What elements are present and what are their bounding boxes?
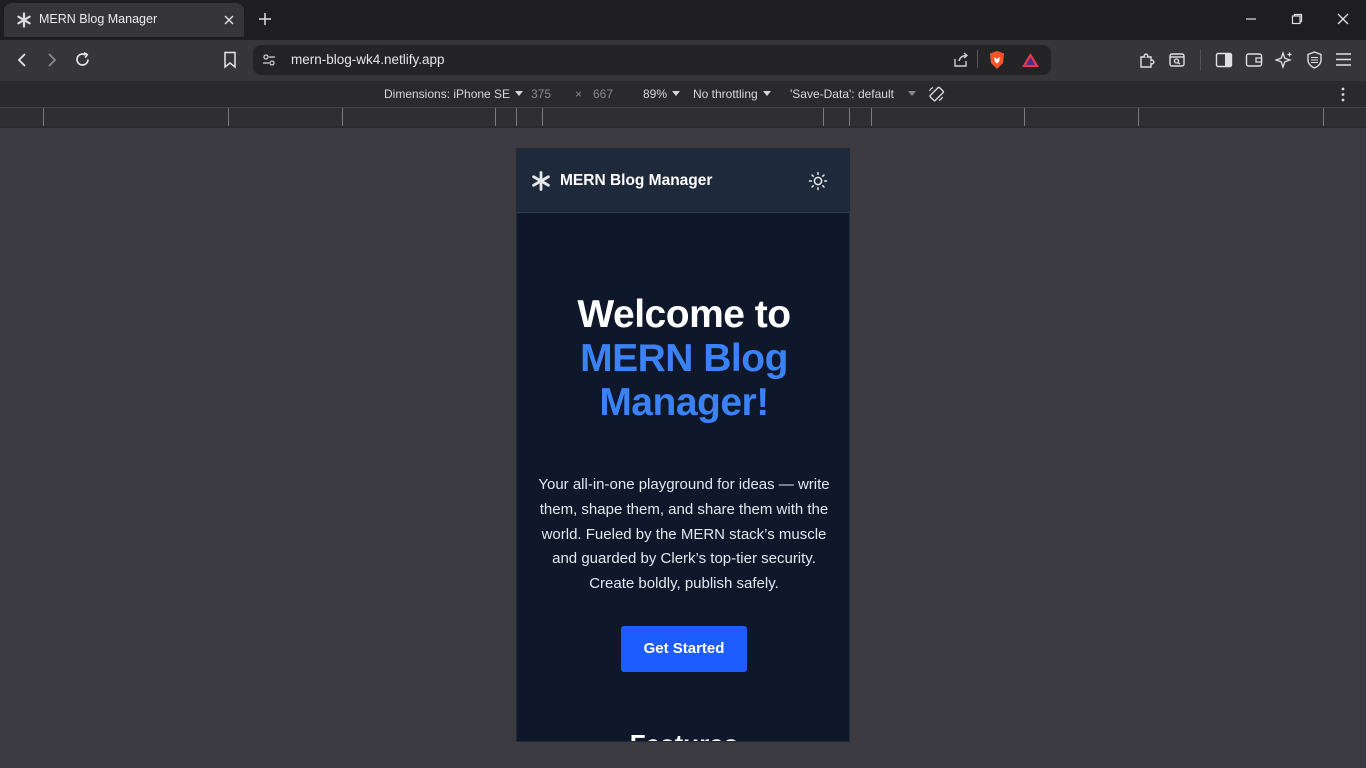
zoom-label: 89% <box>643 87 668 101</box>
caret-down-icon <box>762 91 771 96</box>
brave-rewards-icon[interactable] <box>1021 52 1040 68</box>
app-header: MERN Blog Manager <box>517 149 849 213</box>
menu-icon[interactable] <box>1335 52 1352 67</box>
minimize-icon[interactable] <box>1245 13 1257 25</box>
ruler-tick <box>542 108 543 126</box>
sidebar-icon[interactable] <box>1215 52 1233 68</box>
restore-icon[interactable] <box>1291 13 1303 25</box>
divider <box>977 50 978 68</box>
close-icon[interactable] <box>223 14 235 26</box>
hero-heading: Welcome to MERN Blog Manager! <box>517 293 849 425</box>
caret-down-icon <box>672 91 681 96</box>
snowflake-icon <box>16 12 32 28</box>
close-window-icon[interactable] <box>1337 13 1349 25</box>
ruler-tick <box>342 108 343 126</box>
times-separator: × <box>575 87 583 101</box>
hero-line-3: Manager! <box>599 381 769 424</box>
get-started-button[interactable]: Get Started <box>621 626 747 672</box>
ruler-tick <box>1138 108 1139 126</box>
kebab-icon[interactable] <box>1340 87 1346 102</box>
device-emulation-bar: Dimensions: iPhone SE 375 × 667 89% No t… <box>0 81 1366 108</box>
features-heading: Features <box>517 729 849 741</box>
save-data-label: 'Save-Data': default <box>790 87 894 101</box>
tab-title: MERN Blog Manager <box>39 12 158 26</box>
hero-line-2: MERN Blog <box>580 337 788 380</box>
ruler-tick <box>823 108 824 126</box>
ruler-border <box>0 126 1366 128</box>
ruler-tick <box>516 108 517 126</box>
vpn-icon[interactable] <box>1306 51 1323 69</box>
dimensions-label: Dimensions: iPhone SE <box>384 87 511 101</box>
app-title[interactable]: MERN Blog Manager <box>560 172 712 190</box>
site-settings-icon[interactable] <box>262 53 276 67</box>
throttling-select[interactable]: No throttling <box>693 87 771 101</box>
snowflake-icon[interactable] <box>531 171 551 191</box>
caret-down-icon <box>907 91 916 96</box>
back-icon[interactable] <box>14 52 30 68</box>
bookmark-icon[interactable] <box>222 51 238 69</box>
hero-description: Your all-in-one playground for ideas — w… <box>538 476 830 593</box>
address-bar[interactable]: mern-blog-wk4.netlify.app <box>253 45 1051 75</box>
ruler-tick <box>1323 108 1324 126</box>
plus-icon[interactable] <box>258 12 272 26</box>
throttling-label: No throttling <box>693 87 758 101</box>
brave-shield-icon[interactable] <box>988 50 1006 70</box>
ruler-tick <box>43 108 44 126</box>
width-input[interactable]: 375 <box>531 87 551 101</box>
toolbar-divider <box>1200 50 1201 70</box>
tab-strip: MERN Blog Manager <box>0 0 1366 40</box>
zoom-select[interactable]: 89% <box>643 87 681 101</box>
caret-down-icon <box>515 91 524 96</box>
device-viewport: MERN Blog Manager Welcome to MERN Blog M… <box>516 148 850 742</box>
ruler-tick <box>849 108 850 126</box>
url-text[interactable]: mern-blog-wk4.netlify.app <box>291 52 445 67</box>
ruler-tick <box>228 108 229 126</box>
ruler-tick <box>871 108 872 126</box>
save-data-select[interactable]: 'Save-Data': default <box>790 87 916 101</box>
rotate-icon[interactable] <box>927 85 945 103</box>
browser-tab[interactable]: MERN Blog Manager <box>4 3 244 37</box>
share-icon[interactable] <box>953 51 970 68</box>
height-input[interactable]: 667 <box>593 87 613 101</box>
forward-icon[interactable] <box>44 52 60 68</box>
dimensions-select[interactable]: Dimensions: iPhone SE <box>384 87 524 101</box>
extensions-icon[interactable] <box>1138 51 1156 69</box>
sun-icon[interactable] <box>808 171 828 191</box>
search-tab-icon[interactable] <box>1168 51 1186 69</box>
leo-ai-icon[interactable] <box>1275 51 1293 69</box>
ruler-tick <box>1024 108 1025 126</box>
browser-toolbar: mern-blog-wk4.netlify.app <box>0 40 1366 81</box>
media-query-ruler <box>0 108 1366 126</box>
wallet-icon[interactable] <box>1245 52 1263 68</box>
ruler-tick <box>495 108 496 126</box>
hero-line-1: Welcome to <box>577 293 791 336</box>
reload-icon[interactable] <box>74 51 91 68</box>
